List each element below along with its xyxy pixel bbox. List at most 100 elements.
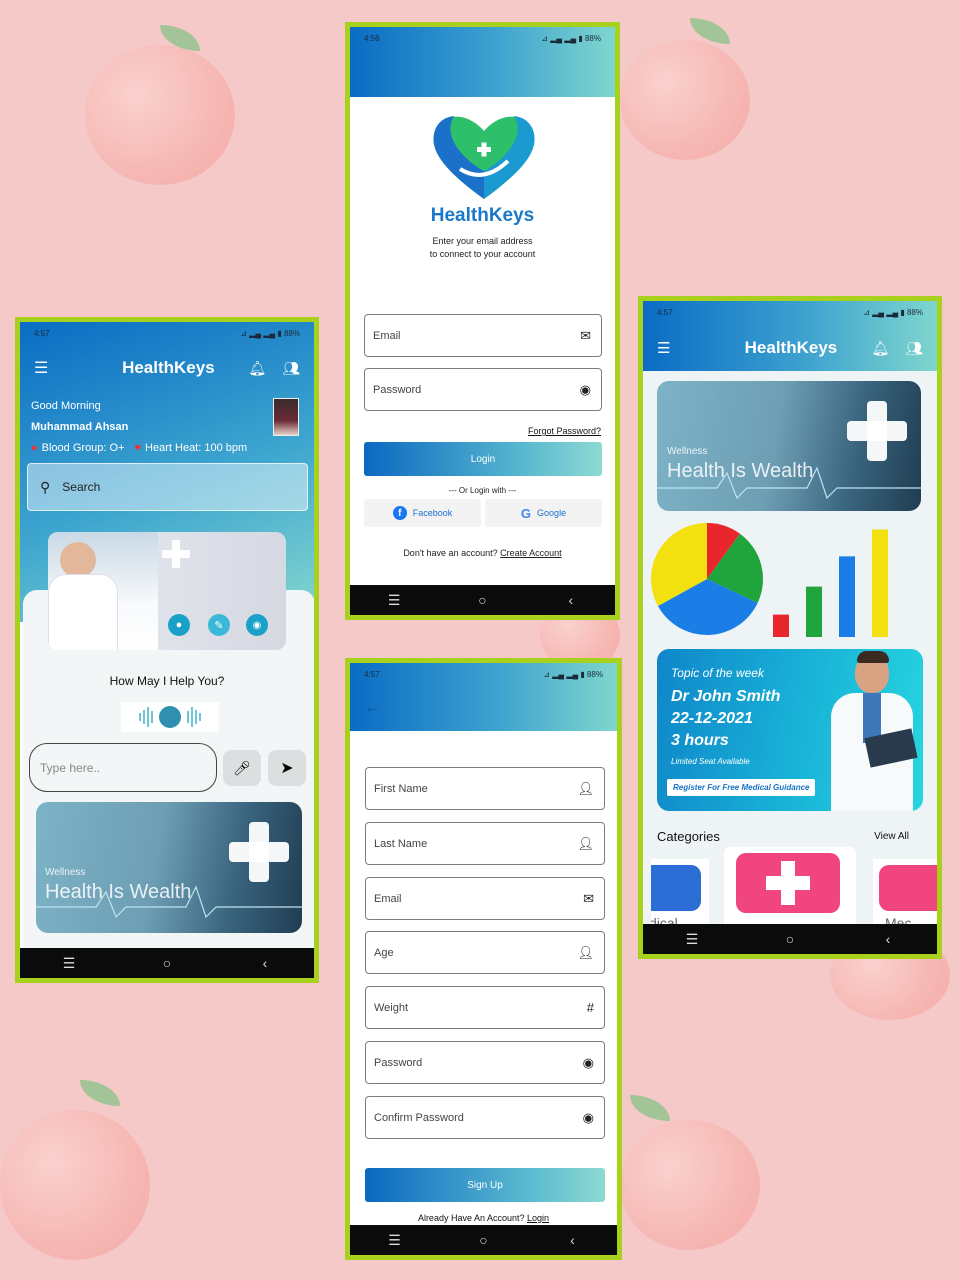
banner-small: Wellness: [45, 867, 86, 878]
category-item-right[interactable]: Mec: [873, 859, 937, 929]
recents-icon[interactable]: ☰: [365, 1232, 425, 1249]
status-time: 4:57: [364, 669, 380, 679]
back-icon[interactable]: ‹: [235, 955, 295, 971]
back-icon[interactable]: ‹: [858, 931, 918, 947]
eye-off-icon[interactable]: ◉: [580, 382, 591, 398]
wellness-banner[interactable]: Wellness Health Is Wealth: [36, 802, 302, 933]
register-button[interactable]: Register For Free Medical Guidance: [667, 779, 816, 796]
confirm-password-field[interactable]: Confirm Password ◉: [365, 1096, 605, 1139]
first-aid-icon: [879, 865, 937, 911]
people-icon[interactable]: 👥︎: [905, 340, 923, 357]
menu-icon[interactable]: ☰: [34, 358, 48, 378]
topic-label: Topic of the week: [671, 666, 764, 680]
vitals-row: ● Blood Group: O+ ♥ Heart Heat: 100 bpm: [31, 442, 247, 454]
eye-off-icon[interactable]: ◉: [583, 1110, 594, 1126]
or-login-with: --- Or Login with ---: [448, 486, 517, 495]
recents-icon[interactable]: ☰: [364, 592, 424, 609]
bar: [872, 529, 888, 637]
logo-text: HealthKeys: [430, 205, 535, 226]
email-field[interactable]: Email ✉: [364, 314, 602, 357]
status-bar: 4:57 ⊿ ▂▄ ▂▄ ▮ 88%: [643, 301, 937, 323]
facebook-label: Facebook: [412, 508, 453, 518]
weight-field[interactable]: Weight #: [365, 986, 605, 1029]
back-icon[interactable]: ‹: [541, 592, 601, 608]
create-account-link[interactable]: Create Account: [500, 548, 562, 558]
topic-date: 22-12-2021: [671, 710, 753, 727]
back-icon[interactable]: ‹: [543, 1232, 603, 1248]
bell-icon[interactable]: 🔔︎: [248, 360, 266, 377]
topic-card[interactable]: Topic of the week Dr John Smith 22-12-20…: [657, 649, 923, 811]
status-time: 4:57: [34, 328, 50, 338]
voice-wave-icon[interactable]: [121, 702, 219, 732]
forgot-password-link[interactable]: Forgot Password?: [528, 426, 601, 436]
wellness-banner[interactable]: Wellness Health Is Wealth: [657, 381, 921, 511]
home-icon[interactable]: ○: [454, 1232, 514, 1248]
people-icon[interactable]: 👥︎: [282, 360, 300, 377]
password-field[interactable]: Password ◉: [364, 368, 602, 411]
hash-icon: #: [586, 1000, 594, 1015]
recents-icon[interactable]: ☰: [39, 955, 99, 972]
system-nav: ☰ ○ ‹: [20, 948, 314, 978]
search-bar[interactable]: ⚲ Search: [27, 463, 308, 511]
doctor-image: [827, 651, 923, 811]
home-icon[interactable]: ○: [137, 955, 197, 971]
bar: [806, 586, 822, 637]
person-icon: 👤︎: [577, 944, 594, 960]
home-icon[interactable]: ○: [452, 592, 512, 608]
recents-icon[interactable]: ☰: [662, 931, 722, 948]
camera-icon[interactable]: ◉: [246, 614, 268, 636]
edit-icon[interactable]: ✎: [208, 614, 230, 636]
facebook-icon: f: [392, 506, 407, 520]
create-account-row: Don't have an account? Create Account: [350, 548, 615, 558]
age-field[interactable]: Age 👤︎: [365, 931, 605, 974]
status-icons: ⊿ ▂▄ ▂▄ ▮ 88%: [863, 307, 923, 317]
login-button[interactable]: Login: [364, 442, 602, 476]
status-time: 4:57: [657, 307, 673, 317]
last-name-field[interactable]: Last Name 👤︎: [365, 822, 605, 865]
send-icon[interactable]: ➤: [268, 750, 306, 786]
google-icon: G: [520, 505, 532, 521]
bar: [773, 614, 789, 637]
signup-screen: 4:57 ⊿ ▂▄ ▂▄ ▮ 88% ← First Name 👤︎ Last N…: [345, 658, 622, 1260]
eye-off-icon[interactable]: ◉: [583, 1055, 594, 1071]
chat-input[interactable]: Type here..: [29, 743, 217, 792]
person-icon: 👤︎: [577, 780, 594, 796]
app-title: HealthKeys: [744, 338, 838, 357]
home-icon[interactable]: ○: [760, 931, 820, 947]
login-link[interactable]: Login: [527, 1213, 549, 1223]
heart-icon: ♥: [134, 442, 142, 454]
email-field[interactable]: Email ✉: [365, 877, 605, 920]
view-all-link[interactable]: View All: [874, 831, 909, 842]
back-arrow-icon[interactable]: ←: [365, 699, 379, 715]
shield-icon: [651, 865, 701, 911]
medical-kit-icon: [736, 853, 840, 913]
bell-icon[interactable]: 🔔︎: [871, 340, 889, 357]
system-nav: ☰ ○ ‹: [350, 1225, 617, 1255]
mail-icon: ✉: [580, 327, 591, 343]
category-item-medical[interactable]: [724, 847, 856, 929]
status-icons: ⊿ ▂▄ ▂▄ ▮ 88%: [543, 669, 603, 679]
stats-chart: [651, 523, 888, 637]
first-name-label: First Name: [374, 782, 428, 795]
system-nav: ☰ ○ ‹: [643, 924, 937, 954]
status-icons: ⊿ ▂▄ ▂▄ ▮ 88%: [541, 33, 601, 43]
google-button[interactable]: G Google: [485, 499, 602, 527]
mic-icon[interactable]: 🎤︎: [223, 750, 261, 786]
status-time: 4:56: [364, 33, 380, 43]
app-bar: ☰ HealthKeys 🔔︎ 👥︎: [643, 331, 937, 365]
signup-button[interactable]: Sign Up: [365, 1168, 605, 1202]
healthkeys-logo-icon: [430, 109, 538, 204]
banner-big: Health Is Wealth: [45, 881, 192, 903]
user-icon[interactable]: ●: [168, 614, 190, 636]
menu-icon[interactable]: ☰: [657, 339, 670, 357]
status-bar: 4:56 ⊿ ▂▄ ▂▄ ▮ 88%: [350, 27, 615, 49]
first-name-field[interactable]: First Name 👤︎: [365, 767, 605, 810]
avatar[interactable]: [273, 398, 299, 436]
facebook-button[interactable]: f Facebook: [364, 499, 481, 527]
status-bar: 4:57 ⊿ ▂▄ ▂▄ ▮ 88%: [350, 663, 617, 685]
status-icons: ⊿ ▂▄ ▂▄ ▮ 88%: [240, 328, 300, 338]
category-item-left[interactable]: dical: [651, 859, 709, 929]
password-field[interactable]: Password ◉: [365, 1041, 605, 1084]
user-name: Muhammad Ahsan: [31, 421, 129, 433]
categories-title: Categories: [657, 829, 720, 844]
